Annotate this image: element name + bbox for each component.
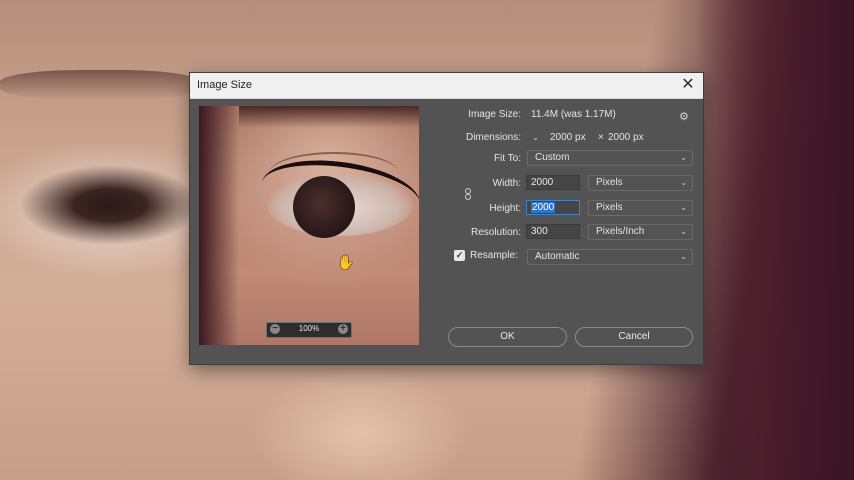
dimensions-width: 2000 px xyxy=(550,132,586,143)
resample-method-select[interactable]: Automatic ⌄ xyxy=(527,249,693,265)
dimensions-times: × xyxy=(598,132,604,143)
dialog-titlebar: Image Size ✕ xyxy=(190,73,703,99)
resample-checkbox[interactable]: ✓ xyxy=(454,250,465,261)
resolution-unit-select[interactable]: Pixels/Inch ⌄ xyxy=(588,224,693,240)
cancel-button[interactable]: Cancel xyxy=(575,327,693,347)
dimensions-height: 2000 px xyxy=(608,132,644,143)
height-input[interactable]: 2000 xyxy=(526,200,580,215)
width-label: Width: xyxy=(492,178,521,189)
image-size-dialog: Image Size ✕ ✋ − 100% + Image Size: 11.4… xyxy=(190,73,703,364)
chevron-down-icon[interactable]: ⌄ xyxy=(530,132,541,143)
close-button[interactable]: ✕ xyxy=(679,76,697,94)
chevron-down-icon: ⌄ xyxy=(680,252,687,261)
hand-cursor-icon: ✋ xyxy=(337,254,355,270)
width-unit-value: Pixels xyxy=(596,177,623,188)
preview-brow xyxy=(239,106,419,128)
height-input-selection: 2000 xyxy=(531,202,556,213)
preview-zoom-control: − 100% + xyxy=(266,322,352,338)
preview-shadow xyxy=(199,106,239,345)
height-unit-value: Pixels xyxy=(596,202,623,213)
ok-button[interactable]: OK xyxy=(448,327,567,347)
resolution-input[interactable]: 300 xyxy=(526,224,580,239)
fit-to-value: Custom xyxy=(535,152,570,163)
background-nose xyxy=(250,365,470,480)
resolution-label: Resolution: xyxy=(470,227,521,238)
image-preview[interactable]: ✋ − 100% + xyxy=(199,106,419,345)
fit-to-label: Fit To: xyxy=(493,153,521,164)
resolution-unit-value: Pixels/Inch xyxy=(596,226,645,237)
chevron-down-icon: ⌄ xyxy=(680,203,687,212)
fit-to-select[interactable]: Custom ⌄ xyxy=(527,150,693,166)
dimensions-label: Dimensions: xyxy=(465,132,521,143)
link-chain-icon[interactable] xyxy=(465,188,471,200)
height-unit-select[interactable]: Pixels ⌄ xyxy=(588,200,693,216)
resample-label: Resample: xyxy=(470,250,518,261)
width-unit-select[interactable]: Pixels ⌄ xyxy=(588,175,693,191)
zoom-value: 100% xyxy=(298,324,320,333)
zoom-out-button[interactable]: − xyxy=(270,324,280,334)
resample-method-value: Automatic xyxy=(535,251,580,262)
height-label: Height: xyxy=(489,203,521,214)
background-hair xyxy=(694,0,854,480)
chevron-down-icon: ⌄ xyxy=(680,227,687,236)
image-size-value: 11.4M (was 1.17M) xyxy=(531,109,616,120)
background-eyebrow xyxy=(0,70,200,100)
zoom-in-button[interactable]: + xyxy=(338,324,348,334)
dialog-title: Image Size xyxy=(197,79,253,91)
chevron-down-icon: ⌄ xyxy=(680,153,687,162)
chevron-down-icon: ⌄ xyxy=(680,178,687,187)
gear-icon[interactable]: ⚙ xyxy=(679,110,689,123)
image-size-label: Image Size: xyxy=(468,109,521,120)
width-input[interactable]: 2000 xyxy=(526,175,580,190)
